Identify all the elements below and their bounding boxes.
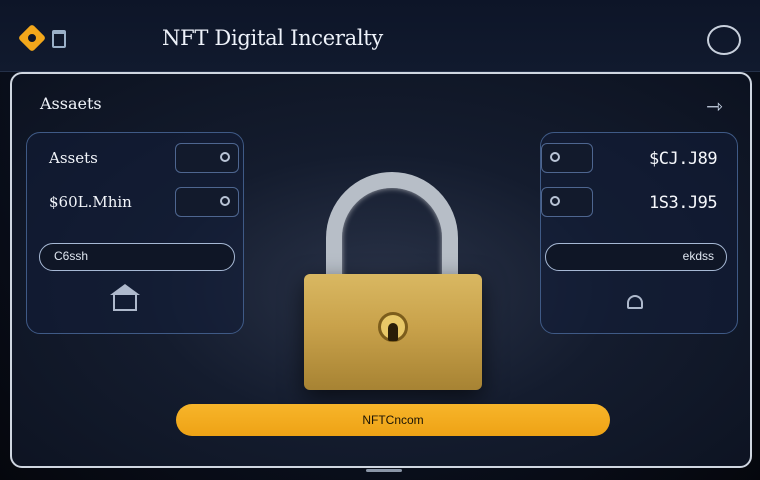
- asset-action-button-2[interactable]: [175, 187, 239, 217]
- value-2: 1S3.J95: [649, 193, 718, 213]
- assets-card-left: Assets $60L.Mhin C6ssh: [26, 132, 244, 334]
- balance-label: $60L.Mhin: [49, 193, 132, 211]
- top-bar: NFT Digital Inceralty: [0, 0, 760, 72]
- coin-icon: [220, 152, 230, 162]
- bell-icon[interactable]: [627, 295, 643, 309]
- main-panel: Assaets ⇾ Assets $60L.Mhin C6ssh $CJ.J89…: [10, 72, 752, 468]
- device-frame: NFT Digital Inceralty Assaets ⇾ Assets $…: [0, 0, 760, 480]
- desks-pill-button[interactable]: ekdss: [545, 243, 727, 271]
- asset-action-button-1[interactable]: [175, 143, 239, 173]
- assets-card-right: $CJ.J89 1S3.J95 ekdss: [540, 132, 738, 334]
- home-indicator: [366, 469, 402, 472]
- arrow-right-icon[interactable]: ⇾: [706, 94, 723, 119]
- coin-icon: [220, 196, 230, 206]
- assets-label: Assets: [49, 149, 98, 167]
- value-action-button-2[interactable]: [541, 187, 593, 217]
- trash-icon[interactable]: [52, 30, 66, 48]
- nft-connect-button[interactable]: NFTCncom: [176, 404, 610, 436]
- house-icon[interactable]: [110, 284, 140, 311]
- keyhole-icon: [378, 312, 408, 342]
- app-title: NFT Digital Inceralty: [162, 26, 383, 50]
- value-1: $CJ.J89: [649, 149, 718, 169]
- coin-icon: [550, 196, 560, 206]
- menu-circle-button[interactable]: [707, 25, 741, 55]
- padlock-icon: [304, 274, 482, 390]
- panel-title: Assaets: [40, 94, 102, 113]
- diamond-logo-icon: [17, 23, 47, 53]
- coin-icon: [550, 152, 560, 162]
- value-action-button-1[interactable]: [541, 143, 593, 173]
- cash-pill-button[interactable]: C6ssh: [39, 243, 235, 271]
